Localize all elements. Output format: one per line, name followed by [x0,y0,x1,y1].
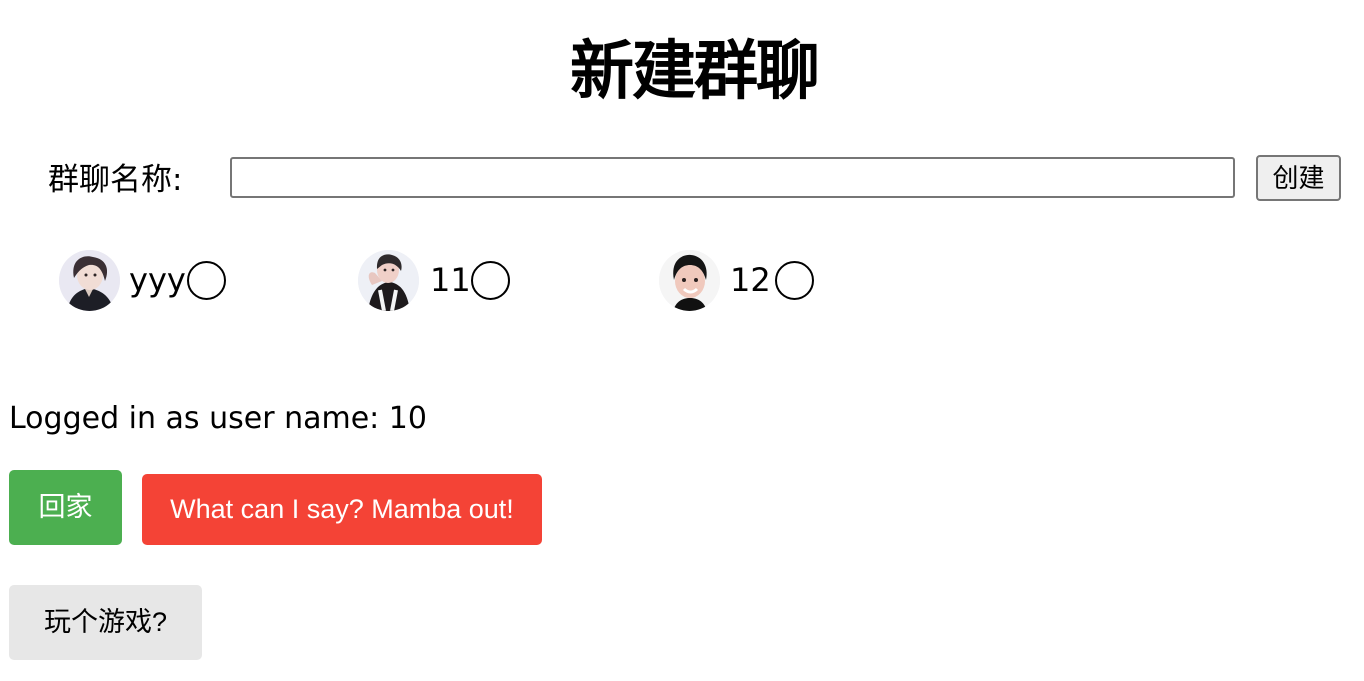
profile-photo-icon [659,250,720,311]
member-select-radio[interactable] [471,261,510,300]
member-select-radio[interactable] [187,261,226,300]
member-name: 11 [430,261,471,299]
play-game-button[interactable]: 玩个游戏? [9,585,202,660]
profile-photo-icon [358,250,419,311]
page-title: 新建群聊 [570,35,820,109]
mamba-out-button[interactable]: What can I say? Mamba out! [142,474,542,545]
create-button[interactable]: 创建 [1256,155,1341,201]
member-select-radio[interactable] [775,261,814,300]
login-status: Logged in as user name: 10 [9,401,427,436]
home-button[interactable]: 回家 [9,470,122,545]
member-name: 12 [730,261,771,299]
group-name-label: 群聊名称: [48,162,183,198]
member-name: yyy [129,261,186,299]
profile-photo-icon [59,250,120,311]
group-name-input[interactable] [230,157,1235,198]
